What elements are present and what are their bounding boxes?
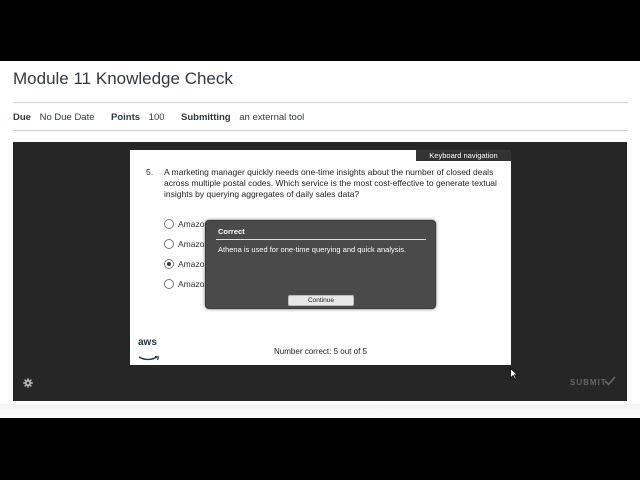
assignment-page: Module 11 Knowledge Check Due No Due Dat… [0,61,640,418]
feedback-dialog: Correct Athena is used for one-time quer… [205,220,436,309]
page-title: Module 11 Knowledge Check [13,69,233,88]
divider [13,102,628,103]
radio-button[interactable] [164,239,174,249]
page-bottom-fade [0,404,640,418]
points-value: 100 [148,112,165,123]
points-info: Points 100 [111,112,165,123]
gear-icon[interactable] [23,378,33,388]
continue-button[interactable]: Continue [288,295,354,306]
mouse-cursor-icon [510,368,518,380]
dialog-title: Correct [218,227,245,236]
due-label: Due [13,112,31,123]
points-label: Points [111,112,141,123]
score-text: Number correct: 5 out of 5 [274,347,367,356]
question-number: 5. [146,167,154,177]
due-value: No Due Date [39,112,95,123]
divider [13,130,628,131]
dialog-message: Athena is used for one-time querying and… [218,245,407,254]
submitting-label: Submitting [181,112,231,123]
submit-button[interactable]: SUBMIT [570,378,607,387]
radio-button[interactable] [164,219,174,229]
aws-smile-icon [138,355,160,361]
question-text: A marketing manager quickly needs one-ti… [164,167,497,199]
submitting-value: an external tool [239,112,305,123]
external-tool-frame: Keyboard navigation 5. A marketing manag… [13,142,627,401]
submitting-info: Submitting an external tool [181,112,304,123]
due-info: Due No Due Date [13,112,95,123]
dialog-divider [216,239,426,240]
checkmark-icon[interactable] [604,376,616,386]
keyboard-navigation-button[interactable]: Keyboard navigation [416,150,511,161]
radio-button[interactable] [164,279,174,289]
radio-button-selected[interactable] [164,259,174,269]
